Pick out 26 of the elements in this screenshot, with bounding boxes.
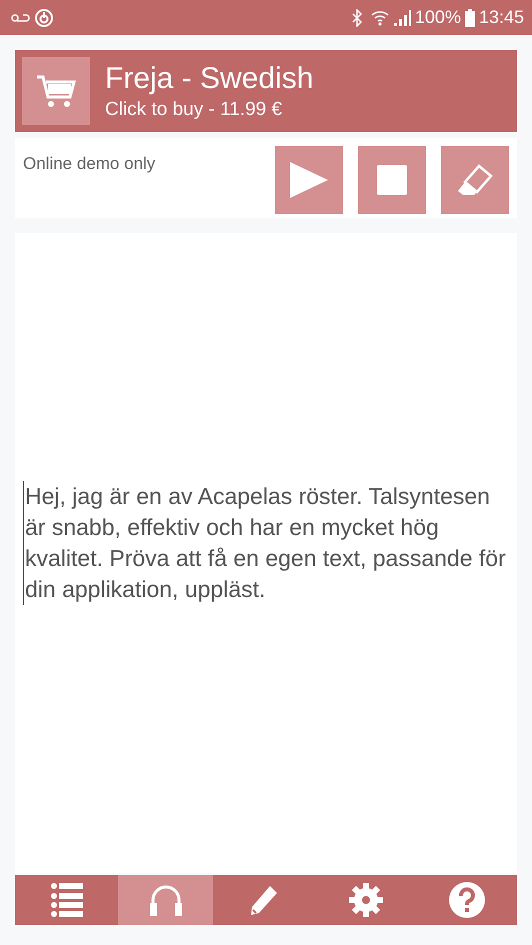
settings-icon: [348, 882, 384, 918]
help-icon: [449, 882, 485, 918]
battery-percent: 100%: [414, 6, 461, 29]
editor-text: Hej, jag är en av Acapelas röster. Talsyntesen är snabb, effektiv och har en mycket hög kvalitet. Pröva att få en egen text, passande för din applikation, uppläst.: [23, 481, 509, 605]
eraser-icon: [457, 164, 493, 196]
power-icon: [34, 8, 54, 28]
price-label: Click to buy - 11.99 €: [105, 98, 284, 122]
wifi-icon: [370, 8, 389, 26]
clear-button[interactable]: [441, 146, 509, 214]
play-button[interactable]: [275, 146, 343, 214]
clock: 13:45: [478, 6, 524, 29]
headphones-icon: [148, 884, 182, 916]
stop-icon: [377, 165, 407, 195]
text-editor[interactable]: Hej, jag är en av Acapelas röster. Talsyntesen är snabb, effektiv och har en mycket hög kvalitet. Pröva att få en egen text, passande för din applikation, uppläst.: [15, 233, 517, 873]
voice-title: Freja - Swedish: [105, 61, 314, 97]
cart-icon: [36, 73, 76, 109]
pencil-icon: [248, 883, 280, 917]
demo-note: Online demo only: [23, 153, 156, 175]
play-icon: [288, 160, 330, 200]
signal-icon: [392, 8, 411, 26]
headphones-tab[interactable]: [118, 875, 213, 925]
battery-icon: [464, 8, 475, 26]
buy-banner[interactable]: Freja - Swedish Click to buy - 11.99 €: [15, 50, 517, 132]
stop-button[interactable]: [358, 146, 426, 214]
list-icon: [50, 882, 82, 918]
bluetooth-icon: [350, 8, 363, 26]
